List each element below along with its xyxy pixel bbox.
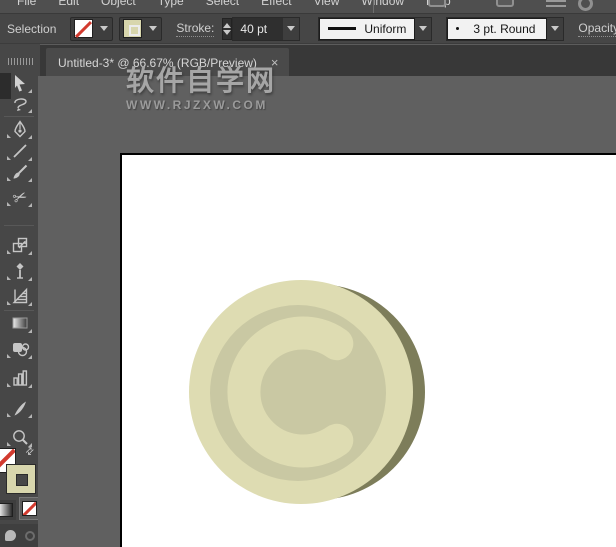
width-profile-dropdown[interactable]: Uniform: [318, 17, 432, 41]
menu-bar: File Edit Object Type Select Effect View…: [0, 0, 616, 13]
stroke-color-swatch[interactable]: [123, 19, 142, 38]
menubar-separator: [373, 0, 374, 13]
tools-panel: ✂: [0, 76, 38, 547]
shape-builder-tool[interactable]: [7, 338, 33, 360]
stroke-weight-label[interactable]: Stroke:: [176, 21, 214, 37]
none-color-button[interactable]: [19, 497, 40, 520]
scissors-icon: ✂: [10, 187, 29, 208]
stepper-down-icon[interactable]: [223, 30, 231, 35]
chevron-down-icon: [551, 26, 559, 31]
paintbrush-tool[interactable]: [7, 161, 33, 183]
tab-bar: Untitled-3* @ 66.67% (RGB/Preview) ×: [0, 44, 616, 76]
canvas-pasteboard[interactable]: [38, 76, 616, 547]
selection-tool[interactable]: [7, 72, 33, 94]
document-tab-strip: Untitled-3* @ 66.67% (RGB/Preview) ×: [40, 44, 616, 76]
fill-none-swatch[interactable]: [74, 19, 93, 38]
menu-type[interactable]: Type: [147, 0, 195, 8]
chevron-down-icon: [100, 26, 108, 31]
perspective-grid-tool[interactable]: [7, 285, 33, 307]
toolbar-grip-icon[interactable]: [8, 58, 33, 65]
menu-effect[interactable]: Effect: [250, 0, 302, 8]
illustrator-window: File Edit Object Type Select Effect View…: [0, 0, 616, 547]
pen-tool[interactable]: [7, 118, 33, 140]
close-icon[interactable]: ×: [271, 56, 279, 69]
stepper-up-icon[interactable]: [223, 23, 231, 28]
width-profile-value: Uniform: [364, 22, 406, 36]
toolbar-bottom-strip: [0, 524, 38, 547]
stroke-color-dropdown[interactable]: [119, 17, 162, 41]
scale-tool[interactable]: [7, 234, 33, 256]
document-tab-title: Untitled-3* @ 66.67% (RGB/Preview): [58, 56, 257, 70]
control-bar: Selection Stroke: 40 pt Uniform: [0, 13, 616, 44]
gradient-button[interactable]: [0, 500, 16, 520]
menu-edit[interactable]: Edit: [47, 0, 90, 8]
menu-view[interactable]: View: [303, 0, 351, 8]
chevron-down-icon: [149, 26, 157, 31]
workspace-switcher-icon[interactable]: [546, 0, 566, 7]
opacity-label[interactable]: Opacity:: [578, 21, 616, 37]
lasso-tool[interactable]: [7, 92, 33, 114]
stroke-weight-value[interactable]: 40 pt: [233, 18, 283, 40]
selection-mode-label: Selection: [7, 22, 56, 36]
draw-normal-icon[interactable]: [5, 530, 16, 541]
document-tab[interactable]: Untitled-3* @ 66.67% (RGB/Preview) ×: [46, 48, 289, 77]
fill-color-dropdown[interactable]: [70, 17, 113, 41]
puppet-warp-tool[interactable]: [7, 260, 33, 282]
stroke-weight-stepper[interactable]: [222, 18, 232, 40]
brush-definition-dropdown[interactable]: 3 pt. Round: [446, 17, 564, 41]
arrange-documents-icon[interactable]: [428, 0, 446, 7]
knife-tool[interactable]: [7, 397, 33, 419]
swap-fill-stroke-icon[interactable]: ⇄: [23, 445, 37, 459]
line-segment-tool[interactable]: [7, 140, 33, 162]
menu-window[interactable]: Window: [350, 0, 415, 8]
brush-definition-value: 3 pt. Round: [473, 22, 535, 36]
chevron-down-icon: [419, 26, 427, 31]
stroke-weight-dropdown[interactable]: 40 pt: [232, 17, 300, 41]
coin-artwork[interactable]: [38, 76, 616, 547]
gradient-tool[interactable]: [7, 312, 33, 334]
draw-behind-icon[interactable]: [25, 531, 35, 541]
stroke-swatch[interactable]: [6, 464, 36, 494]
basic-brush-icon: [456, 27, 459, 30]
column-graph-tool[interactable]: [7, 367, 33, 389]
scissors-tool[interactable]: ✂: [7, 186, 33, 208]
menu-object[interactable]: Object: [90, 0, 147, 8]
search-stock-icon[interactable]: [578, 0, 593, 11]
uniform-profile-icon: [328, 27, 356, 30]
menu-select[interactable]: Select: [195, 0, 250, 8]
workspace-icon[interactable]: [496, 0, 514, 7]
menu-file[interactable]: File: [6, 0, 47, 8]
chevron-down-icon: [287, 26, 295, 31]
